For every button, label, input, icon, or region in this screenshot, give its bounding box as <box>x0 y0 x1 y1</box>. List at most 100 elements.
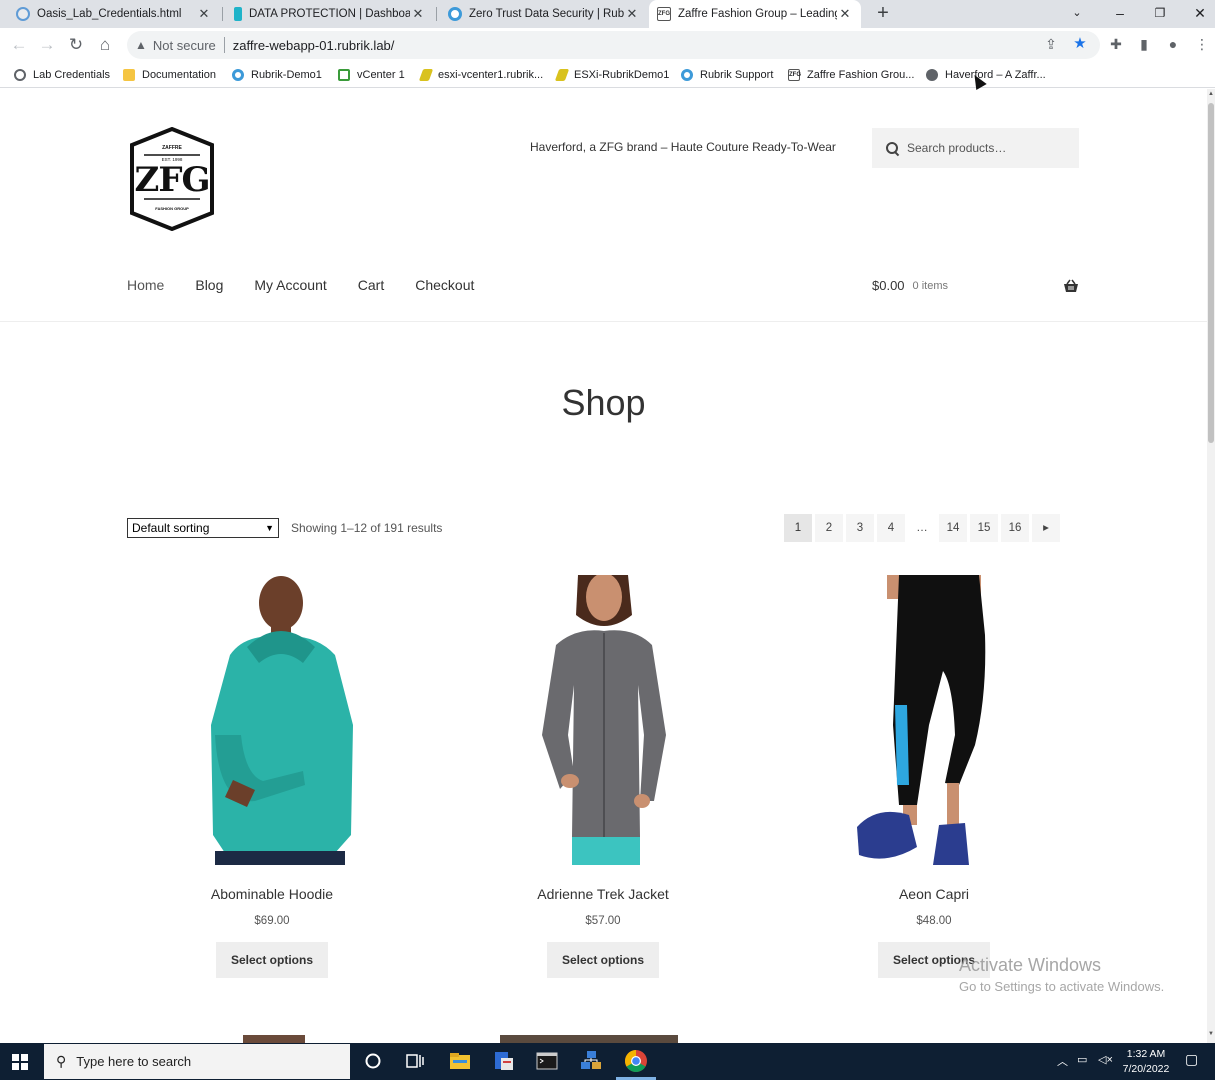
server-manager-icon[interactable] <box>493 1050 515 1072</box>
volume-muted-icon[interactable]: ◁× <box>1098 1053 1113 1066</box>
header-cart[interactable]: $0.00 0 items <box>872 278 1079 293</box>
product-search[interactable]: Search products… <box>872 128 1079 168</box>
bookmarks-bar: Lab Credentials Documentation Rubrik-Dem… <box>0 62 1215 88</box>
nav-checkout[interactable]: Checkout <box>415 277 474 293</box>
home-icon[interactable]: ⌂ <box>93 33 117 57</box>
site-logo[interactable]: ZAFFRE EST. 1998 ZFG FASHION GROUP <box>128 126 216 232</box>
scrollbar-thumb[interactable] <box>1208 103 1214 443</box>
tab-lab-credentials[interactable]: Oasis_Lab_Credentials.html ✕ <box>8 0 220 28</box>
bookmark-rubrik-demo1[interactable]: Rubrik-Demo1 <box>232 66 322 84</box>
rubrik-gear-icon <box>232 69 244 81</box>
show-hidden-icons[interactable]: ︿ <box>1057 1053 1068 1069</box>
task-view-icon[interactable] <box>404 1050 426 1072</box>
page-link-4[interactable]: 4 <box>877 514 905 542</box>
extensions-icon[interactable]: ✚ <box>1106 34 1126 54</box>
clock-date: 7/20/2022 <box>1122 1063 1170 1075</box>
taskbar-search-input[interactable]: Type here to search <box>76 1054 191 1069</box>
share-icon[interactable]: ⇪ <box>1041 34 1061 54</box>
bookmark-esxi-vcenter1[interactable]: esxi-vcenter1.rubrik... <box>418 66 543 84</box>
close-tab-icon[interactable]: ✕ <box>837 6 853 22</box>
product-name[interactable]: Aeon Capri <box>789 886 1079 902</box>
warning-icon[interactable]: ▲ <box>135 38 147 52</box>
search-icon <box>886 141 899 155</box>
product-image-partial <box>243 1035 305 1043</box>
bookmark-lab-credentials[interactable]: Lab Credentials <box>14 66 110 84</box>
bookmark-esxi-rubrikdemo1[interactable]: ESXi-RubrikDemo1 <box>554 66 669 84</box>
page-link-16[interactable]: 16 <box>1001 514 1029 542</box>
tab-zaffre-fashion[interactable]: ZFG Zaffre Fashion Group – Leading f ✕ <box>649 0 861 28</box>
product-card: Aeon Capri $48.00 Select options <box>789 575 1079 978</box>
tab-zero-trust[interactable]: Zero Trust Data Security | Rubrik ✕ <box>440 0 648 28</box>
file-explorer-icon[interactable] <box>449 1050 471 1072</box>
menu-icon[interactable]: ⋮ <box>1192 34 1212 54</box>
product-name[interactable]: Adrienne Trek Jacket <box>458 886 748 902</box>
close-tab-icon[interactable]: ✕ <box>624 6 640 22</box>
url-text[interactable]: zaffre-webapp-01.rubrik.lab/ <box>233 38 395 53</box>
search-input[interactable]: Search products… <box>907 141 1006 155</box>
page-ellipsis: … <box>916 522 928 534</box>
network-icon[interactable]: ▭ <box>1077 1053 1087 1066</box>
product-name[interactable]: Abominable Hoodie <box>127 886 417 902</box>
page-link-1[interactable]: 1 <box>784 514 812 542</box>
page-link-3[interactable]: 3 <box>846 514 874 542</box>
notifications-icon[interactable]: ▢ <box>1185 1051 1198 1068</box>
nav-cart[interactable]: Cart <box>358 277 384 293</box>
restore-button[interactable]: ❐ <box>1140 0 1180 28</box>
page-link-2[interactable]: 2 <box>815 514 843 542</box>
product-image[interactable] <box>516 573 691 865</box>
product-image[interactable] <box>185 575 360 865</box>
chrome-icon[interactable] <box>624 1049 648 1073</box>
select-options-button[interactable]: Select options <box>216 942 328 978</box>
esxi-icon <box>418 69 434 81</box>
back-icon[interactable]: ← <box>7 33 31 57</box>
bookmark-label: Documentation <box>142 69 216 81</box>
minimize-button[interactable]: – <box>1100 0 1140 28</box>
tab-search-icon[interactable]: ⌄ <box>1057 0 1097 28</box>
bookmark-star-icon[interactable]: ★ <box>1070 34 1090 54</box>
terminal-icon[interactable] <box>536 1050 558 1072</box>
address-bar[interactable]: ▲ Not secure zaffre-webapp-01.rubrik.lab… <box>127 31 1100 59</box>
remote-desktop-icon[interactable] <box>580 1050 602 1072</box>
scroll-up-icon[interactable]: ▲ <box>1207 91 1215 101</box>
product-image[interactable] <box>847 575 1022 865</box>
close-tab-icon[interactable]: ✕ <box>196 6 212 22</box>
nav-my-account[interactable]: My Account <box>254 277 326 293</box>
result-count: Showing 1–12 of 191 results <box>291 521 443 535</box>
bookmark-haverford[interactable]: Haverford – A Zaffr... <box>926 66 1046 84</box>
basket-icon[interactable] <box>1063 279 1079 293</box>
scroll-down-icon[interactable]: ▼ <box>1207 1031 1215 1041</box>
new-tab-button[interactable]: + <box>872 2 894 24</box>
cart-item-count: 0 items <box>912 279 949 292</box>
omnibox-divider <box>223 37 225 53</box>
bookmark-vcenter1[interactable]: vCenter 1 <box>338 66 405 84</box>
next-page-icon[interactable]: ▸ <box>1032 514 1060 542</box>
system-clock[interactable]: 1:32 AM 7/20/2022 <box>1120 1047 1172 1077</box>
search-icon: ⚲ <box>56 1053 67 1069</box>
windows-start-icon[interactable] <box>12 1054 28 1070</box>
page-scrollbar[interactable]: ▲ ▼ <box>1207 89 1215 1043</box>
close-window-button[interactable]: ✕ <box>1180 0 1215 28</box>
bookmark-label: vCenter 1 <box>357 69 405 81</box>
reload-icon[interactable]: ↻ <box>64 33 88 57</box>
close-tab-icon[interactable]: ✕ <box>410 6 426 22</box>
bookmark-zaffre-fashion[interactable]: ZFG Zaffre Fashion Grou... <box>788 66 914 84</box>
tab-data-protection[interactable]: DATA PROTECTION | Dashboard | ✕ <box>226 0 434 28</box>
taskbar-search[interactable]: ⚲ Type here to search <box>44 1044 350 1079</box>
cortana-icon[interactable] <box>362 1050 384 1072</box>
pagination: 1 2 3 4 … 14 15 16 ▸ <box>784 514 1063 542</box>
security-label[interactable]: Not secure <box>153 38 216 53</box>
page-link-15[interactable]: 15 <box>970 514 998 542</box>
profile-icon[interactable]: ● <box>1163 34 1183 54</box>
nav-blog[interactable]: Blog <box>195 277 223 293</box>
side-panel-icon[interactable]: ▮ <box>1134 34 1154 54</box>
bookmark-rubrik-support[interactable]: Rubrik Support <box>681 66 773 84</box>
tab-title: Oasis_Lab_Credentials.html <box>37 8 182 20</box>
select-options-button[interactable]: Select options <box>547 942 659 978</box>
rubrik-gear-icon <box>448 7 462 21</box>
forward-icon[interactable]: → <box>35 33 59 57</box>
product-image-partial <box>500 1035 678 1043</box>
sorting-select[interactable]: Default sorting ▼ <box>127 518 279 538</box>
bookmark-documentation[interactable]: Documentation <box>123 66 216 84</box>
page-link-14[interactable]: 14 <box>939 514 967 542</box>
nav-home[interactable]: Home <box>127 277 164 293</box>
